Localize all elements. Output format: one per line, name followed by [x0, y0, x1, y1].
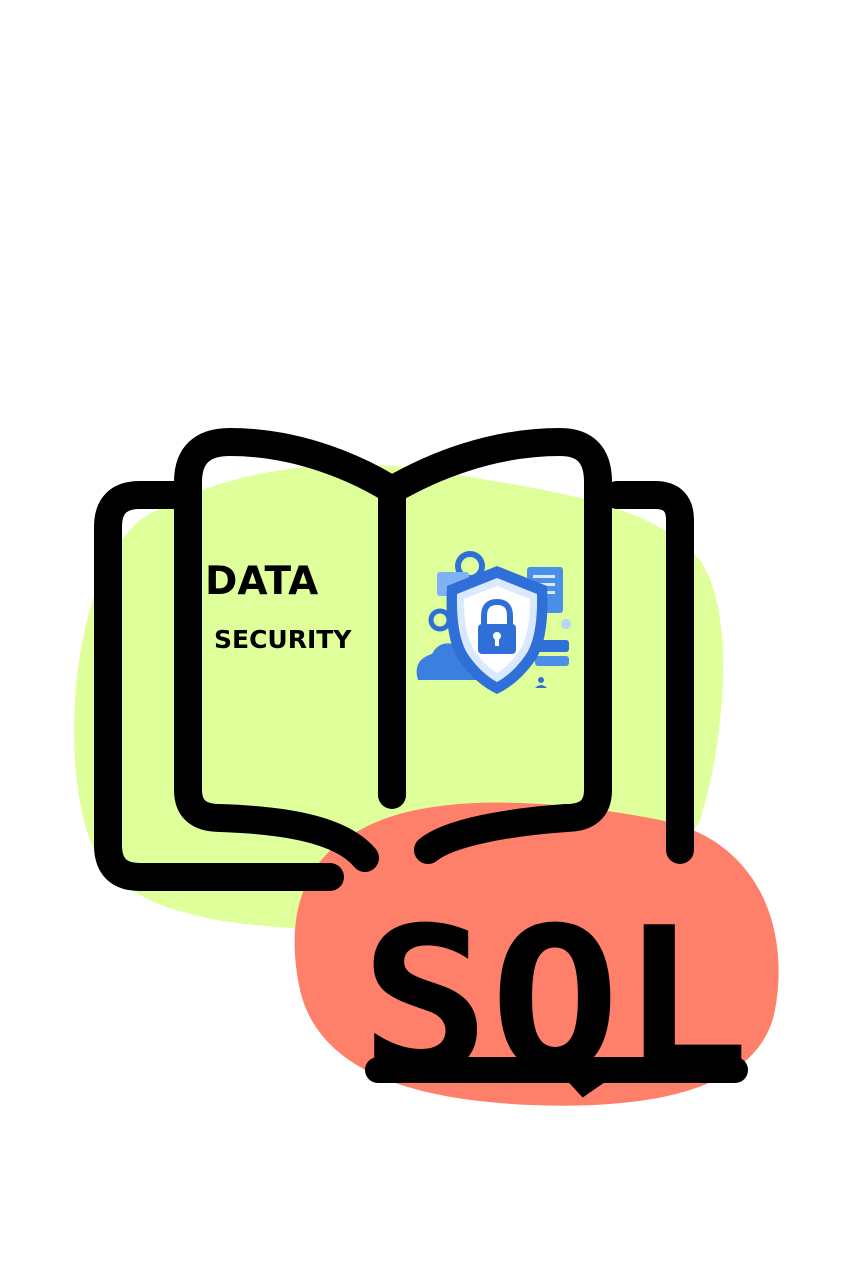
book-title-security: SECURITY	[214, 625, 352, 654]
user-icon	[538, 677, 544, 683]
sql-label: SQL	[360, 885, 750, 1118]
sql-data-security-illustration: DATA SECURITY SQL	[74, 428, 779, 1118]
book-title-data: DATA	[205, 559, 318, 604]
